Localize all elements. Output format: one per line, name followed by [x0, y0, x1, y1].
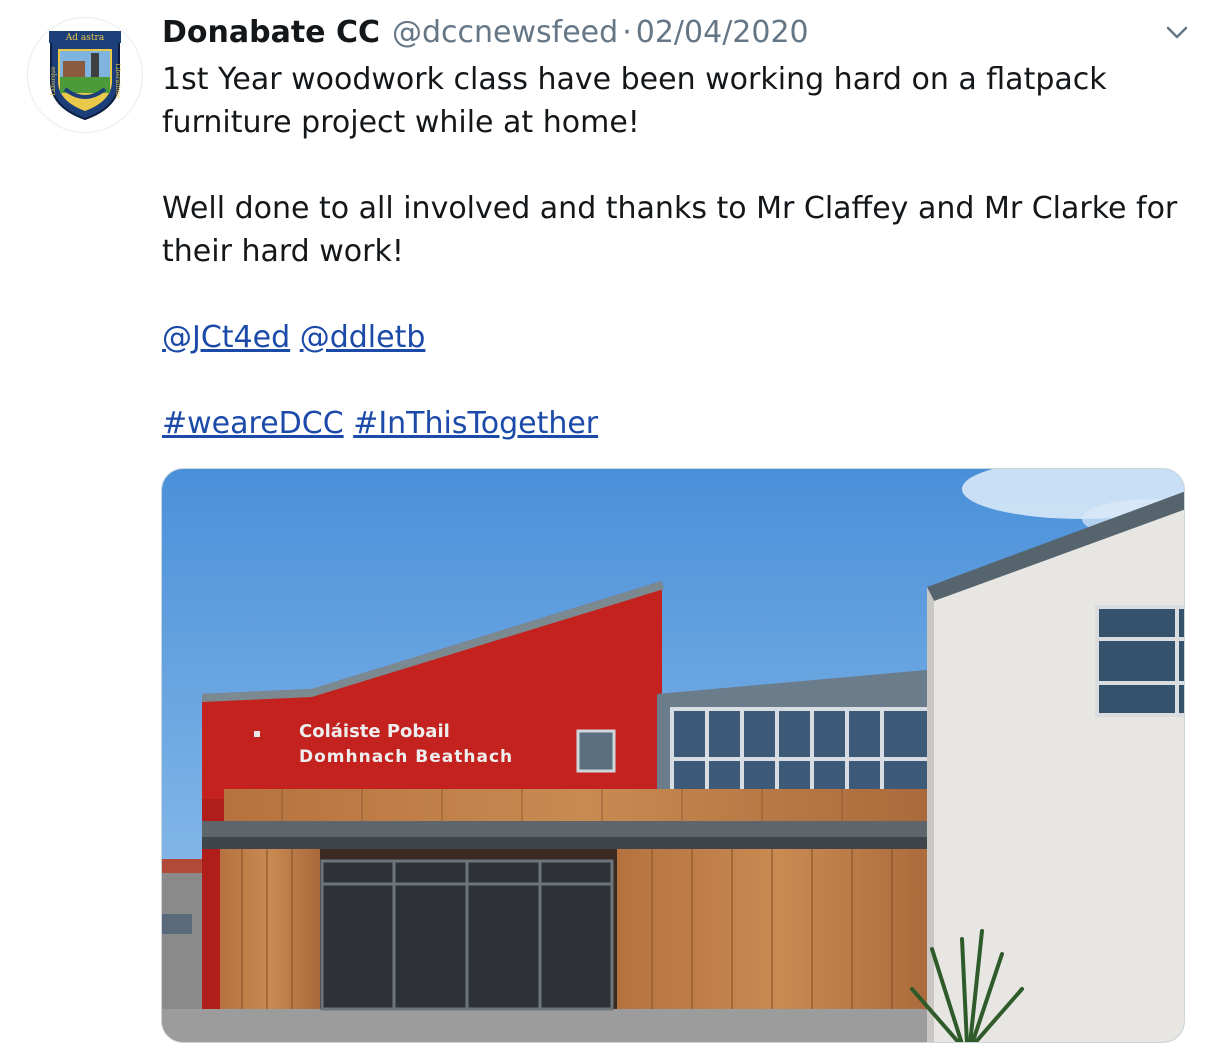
tweet-date[interactable]: 02/04/2020 [636, 15, 809, 50]
author-name[interactable]: Donabate CC [162, 15, 380, 50]
tweet-paragraph-1: 1st Year woodwork class have been workin… [162, 62, 1107, 140]
mention-link[interactable]: @JCt4ed [162, 320, 290, 355]
crest-motto-left: Laborque [50, 66, 57, 96]
tweet-header: Donabate CC @dccnewsfeed · 02/04/2020 [162, 12, 809, 52]
avatar[interactable]: Ad astra Laborque Liberatione [27, 17, 143, 133]
hashtag-link[interactable]: #InThisTogether [353, 406, 598, 441]
mentions-line: @JCt4ed @ddletb [162, 316, 1182, 359]
mention-link[interactable]: @ddletb [300, 320, 426, 355]
chevron-down-icon [1166, 26, 1188, 39]
author-handle[interactable]: @dccnewsfeed [392, 15, 618, 50]
more-options-button[interactable] [1162, 18, 1192, 48]
school-building-photo: Coláiste Pobail Domhnach Beathach [162, 469, 1184, 1042]
tweet-image[interactable]: Coláiste Pobail Domhnach Beathach [161, 468, 1185, 1043]
tweet-paragraph-2: Well done to all involved and thanks to … [162, 191, 1178, 269]
school-crest-icon: Ad astra Laborque Liberatione [49, 31, 121, 121]
hashtags-line: #weareDCC #InThisTogether [162, 402, 1182, 445]
tweet[interactable]: Ad astra Laborque Liberatione Donabate C… [0, 0, 1212, 1053]
crest-motto-right: Liberatione [114, 63, 121, 99]
header-separator: · [622, 14, 632, 50]
sign-line-1: Coláiste Pobail [299, 721, 450, 742]
hashtag-link[interactable]: #weareDCC [162, 406, 344, 441]
sign-line-2: Domhnach Beathach [299, 747, 513, 767]
tweet-text: 1st Year woodwork class have been workin… [162, 58, 1182, 445]
crest-motto-top: Ad astra [65, 33, 105, 43]
